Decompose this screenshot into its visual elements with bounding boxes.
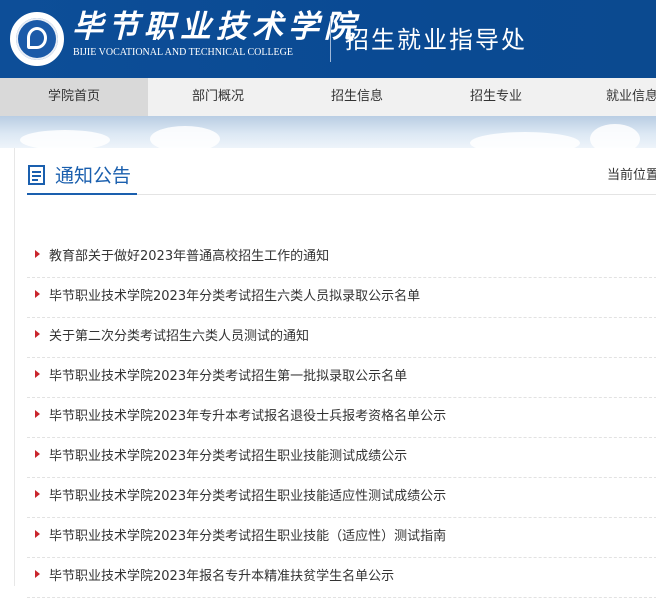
notice-link[interactable]: 毕节职业技术学院2023年分类考试招生职业技能（适应性）测试指南 — [49, 518, 446, 556]
notice-link[interactable]: 毕节职业技术学院2023年分类考试招生第一批拟录取公示名单 — [49, 358, 407, 396]
notice-item[interactable]: 教育部关于做好2023年普通高校招生工作的通知 — [27, 238, 656, 278]
main-nav: 学院首页 部门概况 招生信息 招生专业 就业信息 — [0, 78, 656, 116]
college-name-en: BIJIE VOCATIONAL AND TECHNICAL COLLEGE — [73, 47, 293, 58]
banner-image — [0, 116, 656, 154]
bullet-icon — [35, 250, 40, 258]
nav-item-department[interactable]: 部门概况 — [148, 78, 288, 116]
document-icon — [28, 165, 45, 185]
notice-item[interactable]: 毕节职业技术学院2023年分类考试招生职业技能（适应性）测试指南 — [27, 518, 656, 558]
notice-item[interactable]: 毕节职业技术学院2023年分类考试招生职业技能测试成绩公示 — [27, 438, 656, 478]
notice-link[interactable]: 毕节职业技术学院2023年专升本考试报名退役士兵报考资格名单公示 — [49, 398, 446, 436]
notice-item[interactable]: 毕节职业技术学院2023年分类考试招生职业技能适应性测试成绩公示 — [27, 478, 656, 518]
content-panel: 通知公告 当前位置 教育部关于做好2023年普通高校招生工作的通知 毕节职业技术… — [14, 148, 656, 598]
bullet-icon — [35, 410, 40, 418]
notice-list: 教育部关于做好2023年普通高校招生工作的通知 毕节职业技术学院2023年分类考… — [27, 238, 656, 598]
nav-item-employment[interactable]: 就业信息 — [566, 78, 656, 116]
college-seal-icon[interactable] — [10, 12, 64, 66]
section-title-underline — [27, 193, 137, 195]
college-name[interactable]: 毕节职业技术学院 — [72, 10, 360, 44]
bullet-icon — [35, 570, 40, 578]
bullet-icon — [35, 370, 40, 378]
bullet-icon — [35, 290, 40, 298]
bullet-icon — [35, 530, 40, 538]
notice-item[interactable]: 毕节职业技术学院2023年报名专升本精准扶贫学生名单公示 — [27, 558, 656, 598]
notice-item[interactable]: 毕节职业技术学院2023年分类考试招生六类人员拟录取公示名单 — [27, 278, 656, 318]
header-divider — [330, 16, 331, 62]
nav-item-majors[interactable]: 招生专业 — [426, 78, 566, 116]
site-header: 毕节职业技术学院 BIJIE VOCATIONAL AND TECHNICAL … — [0, 0, 656, 78]
breadcrumb-label: 当前位置 — [607, 168, 656, 183]
bullet-icon — [35, 330, 40, 338]
section-title: 通知公告 — [55, 165, 132, 187]
notice-link[interactable]: 毕节职业技术学院2023年分类考试招生六类人员拟录取公示名单 — [49, 278, 420, 316]
bullet-icon — [35, 450, 40, 458]
nav-item-home[interactable]: 学院首页 — [0, 78, 148, 116]
office-name: 招生就业指导处 — [345, 26, 527, 54]
notice-link[interactable]: 关于第二次分类考试招生六类人员测试的通知 — [49, 318, 309, 356]
bullet-icon — [35, 490, 40, 498]
notice-link[interactable]: 毕节职业技术学院2023年分类考试招生职业技能适应性测试成绩公示 — [49, 478, 446, 516]
notice-link[interactable]: 毕节职业技术学院2023年分类考试招生职业技能测试成绩公示 — [49, 438, 407, 476]
notice-item[interactable]: 毕节职业技术学院2023年专升本考试报名退役士兵报考资格名单公示 — [27, 398, 656, 438]
notice-item[interactable]: 毕节职业技术学院2023年分类考试招生第一批拟录取公示名单 — [27, 358, 656, 398]
notice-link[interactable]: 毕节职业技术学院2023年报名专升本精准扶贫学生名单公示 — [49, 558, 394, 596]
notice-item[interactable]: 关于第二次分类考试招生六类人员测试的通知 — [27, 318, 656, 358]
nav-item-admission-info[interactable]: 招生信息 — [288, 78, 426, 116]
notice-link[interactable]: 教育部关于做好2023年普通高校招生工作的通知 — [49, 238, 329, 276]
